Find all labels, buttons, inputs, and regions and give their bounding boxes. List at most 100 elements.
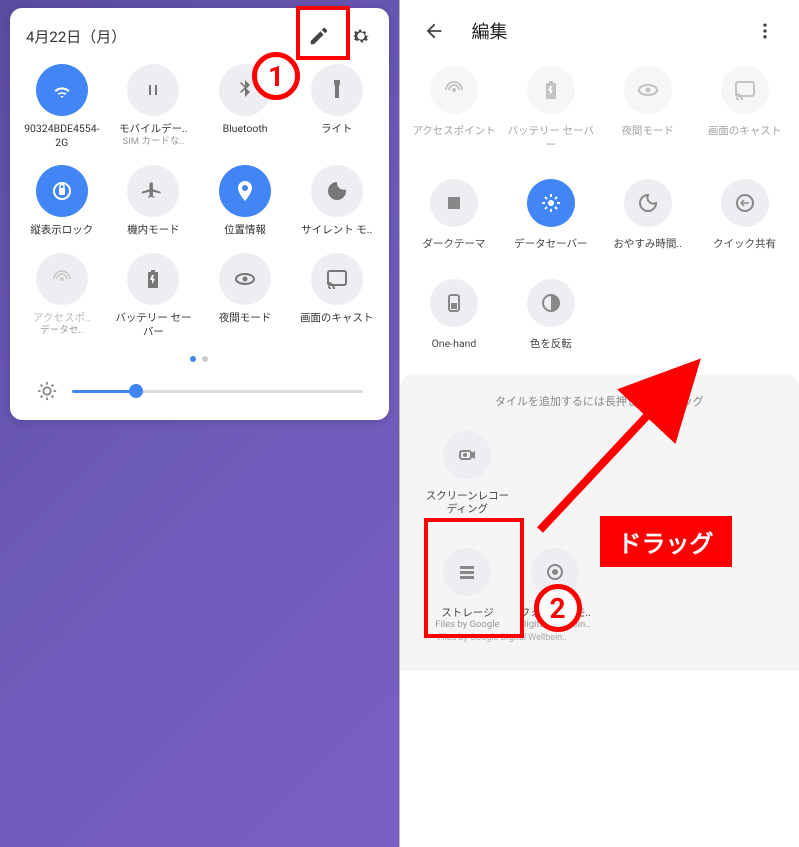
battery-icon [127, 253, 179, 305]
tile-wifi[interactable]: 90324BDE4554-2G [16, 58, 108, 155]
tile-sublabel: Digital Wellbein.. [520, 619, 590, 630]
location-icon [219, 165, 271, 217]
tile-label: サイレント モ.. [301, 223, 372, 237]
tile-record[interactable]: スクリーンレコーディング [424, 431, 512, 516]
tile-flashlight[interactable]: ライト [291, 58, 383, 155]
tile-share[interactable]: クイック共有 [696, 179, 793, 251]
slider-fill [72, 390, 136, 393]
tile-label: ダークテーマ [422, 237, 485, 251]
hotspot-icon [430, 66, 478, 114]
back-icon[interactable] [422, 19, 446, 43]
tile-label: 縦表示ロック [30, 223, 93, 237]
tile-label: クイック共有 [713, 237, 776, 251]
tile-label: バッテリー セーバー [502, 124, 599, 151]
hotspot-icon [36, 253, 88, 305]
tile-focus[interactable]: フォーカス モ..Digital Wellbein.. [511, 548, 599, 631]
edit-row-3: One-hand 色を反転 [400, 275, 799, 375]
edit-title: 編集 [472, 18, 728, 44]
tile-label: データセーバー [514, 237, 587, 251]
battery-icon [527, 66, 575, 114]
tile-dark[interactable]: ダークテーマ [406, 179, 503, 251]
focus-icon [531, 548, 579, 596]
one-hand-icon [430, 279, 478, 327]
available-tiles-section: タイルを追加するには長押ししてドラッグ スクリーンレコーディング ストレージFi… [400, 375, 799, 671]
settings-gear-icon[interactable] [349, 24, 373, 48]
brightness-row [10, 362, 389, 402]
mobile-icon [127, 64, 179, 116]
tile-location[interactable]: 位置情報 [199, 159, 291, 243]
tile-label: ストレージ [441, 606, 493, 620]
tile-cast[interactable]: 画面のキャスト [696, 66, 793, 151]
more-icon[interactable] [753, 19, 777, 43]
tile-cast[interactable]: 画面のキャスト [291, 247, 383, 344]
tile-sublabel: SIM カードな.. [122, 136, 184, 147]
wifi-icon [36, 64, 88, 116]
tile-battery[interactable]: バッテリー セーバー [502, 66, 599, 151]
tile-label: One-hand [432, 337, 477, 351]
tile-label: 画面のキャスト [300, 311, 374, 325]
share-icon [721, 179, 769, 227]
brightness-slider[interactable] [72, 390, 363, 393]
slider-thumb[interactable] [129, 384, 143, 398]
tile-label: 90324BDE4554-2G [19, 122, 105, 149]
qs-header-actions [307, 24, 373, 48]
edit-row-2: ダークテーマ データセーバー おやすみ時間.. クイック共有 [400, 175, 799, 275]
edit-row-1: アクセスポイントバッテリー セーバー 夜間モード 画面のキャスト [400, 62, 799, 175]
airplane-icon [127, 165, 179, 217]
cast-icon [311, 253, 363, 305]
tile-label: 夜間モード [219, 311, 272, 325]
eye-icon [624, 66, 672, 114]
quick-settings-card: 4月22日（月） 90324BDE4554-2Gモバイルデー..SIM カードな… [10, 8, 389, 420]
drag-hint-text: タイルを追加するには長押ししてドラッグ [424, 393, 776, 409]
flashlight-icon [311, 64, 363, 116]
tile-bluetooth[interactable]: Bluetooth [199, 58, 291, 155]
tile-hotspot[interactable]: アクセスポイント [406, 66, 503, 151]
tile-source-label: Files by Google Digital Wellbein.. [424, 631, 776, 645]
available-grid: スクリーンレコーディング [424, 431, 776, 516]
moon-icon [311, 165, 363, 217]
tile-label: アクセスポ.. [33, 311, 91, 325]
tile-invert[interactable]: 色を反転 [502, 279, 599, 351]
bluetooth-icon [219, 64, 271, 116]
tile-label: アクセスポイント [412, 124, 495, 138]
tile-battery[interactable]: バッテリー セーバー [108, 247, 200, 344]
qs-header: 4月22日（月） [10, 18, 389, 58]
tile-label: ライト [321, 122, 353, 136]
tile-sublabel: データセ.. [40, 325, 83, 336]
tile-one-hand[interactable]: One-hand [406, 279, 503, 351]
tile-storage[interactable]: ストレージFiles by Google [424, 548, 512, 631]
data-saver-icon [527, 179, 575, 227]
tile-data-saver[interactable]: データセーバー [502, 179, 599, 251]
tile-label: スクリーンレコーディング [424, 489, 512, 516]
date-label: 4月22日（月） [26, 26, 126, 47]
tile-label: 位置情報 [224, 223, 266, 237]
tile-sublabel: Files by Google [435, 619, 499, 630]
tile-eye[interactable]: 夜間モード [599, 66, 696, 151]
tile-airplane[interactable]: 機内モード [108, 159, 200, 243]
available-grid-2: ストレージFiles by Googleフォーカス モ..Digital Wel… [424, 548, 776, 631]
edit-header: 編集 [400, 0, 799, 62]
tile-label: おやすみ時間.. [613, 237, 682, 251]
rotate-lock-icon [36, 165, 88, 217]
tile-label: 夜間モード [621, 124, 674, 138]
cast-icon [721, 66, 769, 114]
tile-mobile[interactable]: モバイルデー..SIM カードな.. [108, 58, 200, 155]
storage-icon [443, 548, 491, 596]
tile-label: 機内モード [127, 223, 180, 237]
dark-icon [430, 179, 478, 227]
record-icon [443, 431, 491, 479]
edit-tiles-screen: 編集 アクセスポイントバッテリー セーバー 夜間モード 画面のキャスト ダークテーマ… [400, 0, 799, 847]
tile-moon[interactable]: サイレント モ.. [291, 159, 383, 243]
tile-label: バッテリー セーバー [110, 311, 196, 338]
tile-label: Bluetooth [223, 122, 268, 136]
invert-icon [527, 279, 575, 327]
tile-label: 色を反転 [530, 337, 572, 351]
tile-hotspot[interactable]: アクセスポ..データセ.. [16, 247, 108, 344]
qs-tile-grid: 90324BDE4554-2Gモバイルデー..SIM カードな.. Bluetoo… [10, 58, 389, 344]
edit-pencil-icon[interactable] [307, 24, 331, 48]
tile-bedtime[interactable]: おやすみ時間.. [599, 179, 696, 251]
quick-settings-screen: 4月22日（月） 90324BDE4554-2Gモバイルデー..SIM カードな… [0, 0, 399, 847]
brightness-icon [36, 380, 58, 402]
tile-rotate-lock[interactable]: 縦表示ロック [16, 159, 108, 243]
tile-eye[interactable]: 夜間モード [199, 247, 291, 344]
